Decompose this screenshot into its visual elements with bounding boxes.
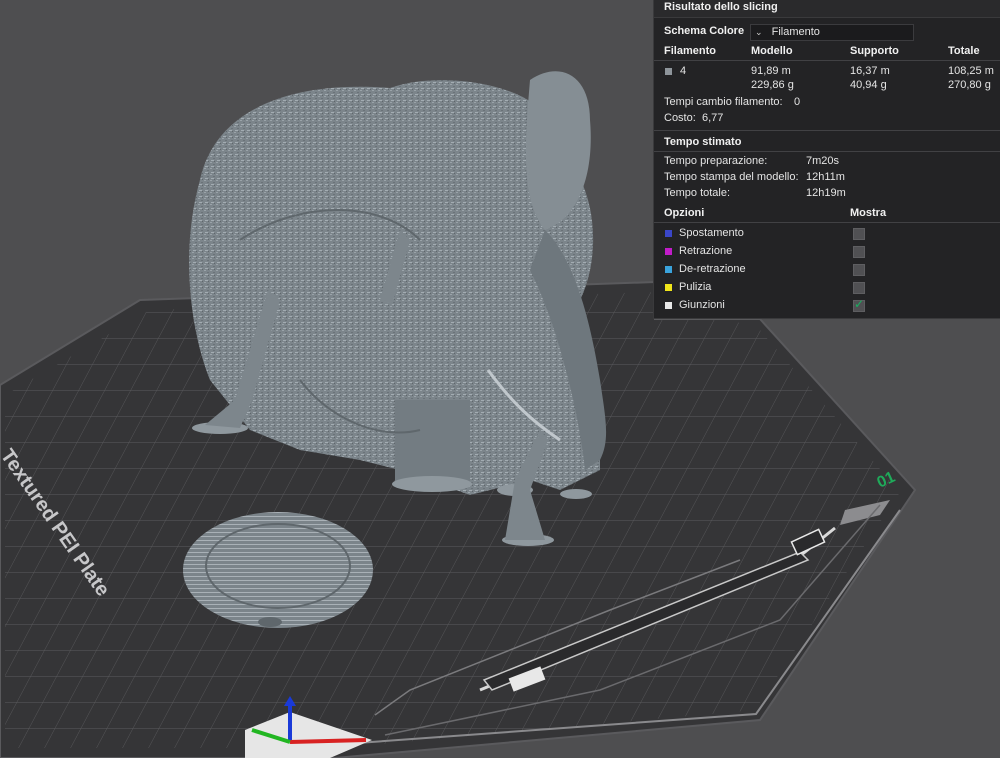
- filament-color-swatch: [665, 68, 672, 75]
- model-weight: 229,86 g: [751, 79, 794, 91]
- option-checkbox-seams[interactable]: ✓: [853, 297, 865, 312]
- header-total: Totale: [948, 45, 980, 57]
- cost-value: 6,77: [702, 112, 724, 124]
- divider: [654, 60, 1000, 61]
- option-checkbox-retraction[interactable]: [853, 246, 865, 258]
- option-label-wipe: Pulizia: [679, 281, 712, 293]
- estimated-time-header: Tempo stimato: [664, 136, 742, 148]
- header-support: Supporto: [850, 45, 899, 57]
- filament-id: 4: [680, 65, 687, 77]
- divider: [654, 222, 1000, 223]
- check-icon: ✓: [854, 297, 865, 311]
- option-label-retraction: Retrazione: [679, 245, 733, 257]
- option-checkbox-travel[interactable]: [853, 228, 865, 240]
- option-checkbox-deretraction[interactable]: [853, 264, 865, 276]
- slicing-result-panel: Risultato dello slicing Schema Colore ⌄ …: [653, 0, 1000, 319]
- option-color-swatch-travel: [665, 230, 672, 237]
- option-label-deretraction: De-retrazione: [679, 263, 746, 275]
- filament-changes-label: Tempi cambio filamento:: [664, 96, 783, 108]
- prep-time-value: 7m20s: [806, 155, 840, 167]
- model-print-time-label: Tempo stampa del modello:: [664, 171, 799, 183]
- support-weight: 40,94 g: [850, 79, 887, 91]
- divider: [654, 130, 1000, 131]
- divider: [654, 151, 1000, 152]
- filament-changes-value: 0: [794, 96, 801, 108]
- option-color-swatch-wipe: [665, 284, 672, 291]
- option-color-swatch-retraction: [665, 248, 672, 255]
- option-label-seams: Giunzioni: [679, 299, 725, 311]
- support-length: 16,37 m: [850, 65, 890, 77]
- disc-model[interactable]: [183, 512, 373, 628]
- total-weight: 270,80 g: [948, 79, 991, 91]
- model-length: 91,89 m: [751, 65, 791, 77]
- model-print-time-value: 12h11m: [806, 171, 845, 183]
- total-length: 108,25 m: [948, 65, 994, 77]
- color-scheme-select[interactable]: ⌄ Filamento: [750, 24, 914, 41]
- cost-label: Costo:: [664, 112, 696, 124]
- color-scheme-label: Schema Colore: [664, 25, 745, 37]
- options-header: Opzioni: [664, 207, 705, 219]
- total-time-label: Tempo totale:: [664, 187, 731, 199]
- show-header: Mostra: [850, 207, 887, 219]
- header-model: Modello: [751, 45, 793, 57]
- option-color-swatch-deretraction: [665, 266, 672, 273]
- prep-time-label: Tempo preparazione:: [664, 155, 768, 167]
- option-label-travel: Spostamento: [679, 227, 744, 239]
- option-color-swatch-seams: [665, 302, 672, 309]
- panel-title: Risultato dello slicing: [664, 1, 778, 13]
- header-filament: Filamento: [664, 45, 716, 57]
- color-scheme-value: Filamento: [771, 26, 820, 38]
- total-time-value: 12h19m: [806, 187, 846, 199]
- chevron-down-icon: ⌄: [755, 27, 763, 37]
- option-checkbox-wipe[interactable]: [853, 282, 865, 294]
